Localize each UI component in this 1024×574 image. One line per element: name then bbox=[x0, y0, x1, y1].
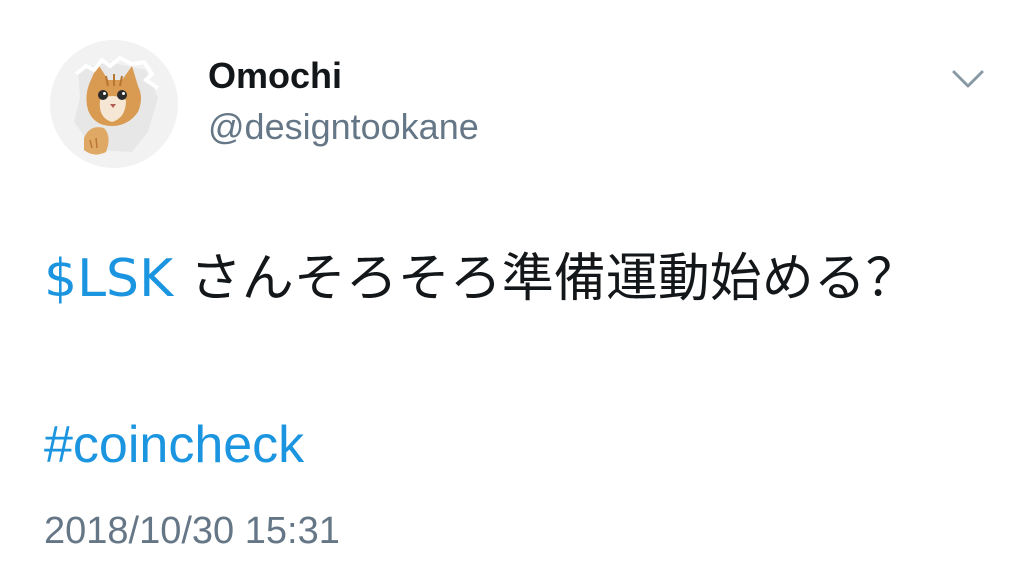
hashtag-link[interactable]: #coincheck bbox=[44, 412, 304, 478]
tweet-timestamp[interactable]: 2018/10/30 15:31 bbox=[44, 508, 340, 554]
chevron-down-icon[interactable] bbox=[950, 66, 986, 92]
tweet-body: さんそろそろ準備運動始める？ bbox=[173, 249, 918, 309]
avatar[interactable] bbox=[50, 40, 178, 168]
tweet-text: $LSK さんそろそろ準備運動始める？ bbox=[44, 238, 944, 320]
cat-avatar-icon bbox=[50, 40, 178, 168]
cashtag-link[interactable]: $LSK bbox=[44, 249, 173, 309]
user-handle[interactable]: @designtookane bbox=[208, 105, 479, 149]
display-name[interactable]: Omochi bbox=[208, 54, 342, 98]
